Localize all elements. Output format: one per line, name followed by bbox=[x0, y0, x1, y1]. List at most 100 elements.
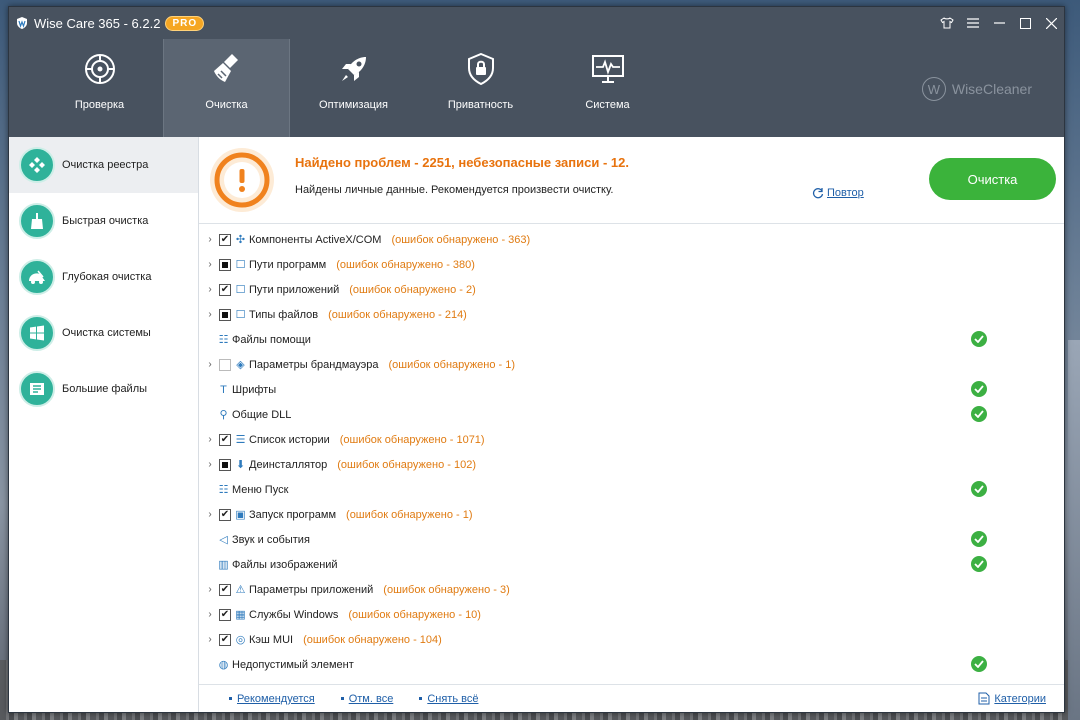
sidebar-item-big-files[interactable]: Большие файлы bbox=[9, 361, 198, 417]
row-checkbox[interactable] bbox=[219, 308, 231, 321]
tab-cleaning-label: Очистка bbox=[205, 99, 248, 111]
error-count: (ошибок обнаружено - 1071) bbox=[339, 433, 485, 446]
sidebar-item-label: Большие файлы bbox=[62, 383, 148, 395]
category-label: Кэш MUI bbox=[249, 633, 294, 646]
row-checkbox[interactable]: ✔ bbox=[219, 633, 231, 646]
row-checkbox[interactable]: ✔ bbox=[219, 233, 231, 246]
categories-label: Категории bbox=[994, 692, 1046, 705]
sidebar-item-registry-clean[interactable]: Очистка реестра bbox=[9, 137, 198, 193]
category-icon: ◁ bbox=[219, 534, 228, 546]
row-checkbox[interactable]: ✔ bbox=[219, 583, 231, 596]
expand-arrow-icon[interactable]: › bbox=[203, 309, 217, 320]
menu-icon[interactable] bbox=[960, 7, 986, 39]
expand-arrow-icon[interactable]: › bbox=[203, 259, 217, 270]
category-label: Список истории bbox=[249, 433, 330, 446]
big-files-icon bbox=[19, 371, 55, 407]
top-navigation: Проверка Очистка Оптимизация Приватность… bbox=[9, 39, 1064, 137]
recommended-label: Рекомендуется bbox=[237, 692, 315, 705]
category-row[interactable]: › ✔ ⚠ Параметры приложений (ошибок обнаружен… bbox=[199, 577, 1064, 602]
recommended-link[interactable]: Рекомендуется bbox=[229, 693, 315, 705]
rocket-icon bbox=[334, 49, 374, 89]
category-icon: ▥ bbox=[218, 559, 229, 571]
check-ok-icon bbox=[971, 656, 987, 672]
row-checkbox[interactable] bbox=[219, 358, 231, 371]
tab-cleaning[interactable]: Очистка bbox=[163, 39, 290, 137]
monitor-icon bbox=[588, 49, 628, 89]
pro-badge: PRO bbox=[165, 15, 205, 31]
deselect-all-label: Снять всё bbox=[427, 692, 479, 705]
category-row[interactable]: ◁ Звук и события bbox=[199, 527, 1064, 552]
deselect-all-link[interactable]: Снять всё bbox=[419, 693, 478, 705]
category-row[interactable]: › ✔ ◎ Кэш MUI (ошибок обнаружено - 104) bbox=[199, 627, 1064, 652]
category-label: Параметры приложений bbox=[249, 583, 374, 596]
category-row[interactable]: › ⬇ Деинсталлятор (ошибок обнаружено - 102) bbox=[199, 452, 1064, 477]
category-row[interactable]: › ✔ ☐ Пути приложений (ошибок обнаружено - 2… bbox=[199, 277, 1064, 302]
maximize-icon[interactable] bbox=[1012, 7, 1038, 39]
expand-arrow-icon[interactable]: › bbox=[203, 434, 217, 445]
category-row[interactable]: › ✔ ☰ Список истории (ошибок обнаружено - 10… bbox=[199, 427, 1064, 452]
row-checkbox[interactable]: ✔ bbox=[219, 508, 231, 521]
expand-arrow-icon[interactable]: › bbox=[203, 509, 217, 520]
tab-system[interactable]: Система bbox=[544, 39, 671, 137]
row-checkbox[interactable] bbox=[219, 458, 231, 471]
category-row[interactable]: › ☐ Пути программ (ошибок обнаружено - 380) bbox=[199, 252, 1064, 277]
sidebar: Очистка реестра Быстрая очистка Глубокая… bbox=[9, 137, 199, 712]
category-label: Общие DLL bbox=[232, 408, 292, 421]
category-icon: ⬇ bbox=[235, 459, 246, 471]
expand-arrow-icon[interactable]: › bbox=[203, 234, 217, 245]
expand-arrow-icon[interactable]: › bbox=[203, 359, 217, 370]
category-row[interactable]: ◍ Недопустимый элемент bbox=[199, 652, 1064, 677]
row-checkbox[interactable]: ✔ bbox=[219, 608, 231, 621]
minimize-icon[interactable] bbox=[986, 7, 1012, 39]
category-label: Недопустимый элемент bbox=[232, 658, 354, 671]
expand-arrow-icon[interactable]: › bbox=[203, 609, 217, 620]
category-label: Параметры брандмауэра bbox=[249, 358, 379, 371]
categories-link[interactable]: Категории bbox=[978, 692, 1046, 705]
category-row[interactable]: › ☐ Типы файлов (ошибок обнаружено - 214) bbox=[199, 302, 1064, 327]
row-checkbox[interactable]: ✔ bbox=[219, 283, 231, 296]
app-window: Wise Care 365 - 6.2.2 PRO Проверка Очист… bbox=[8, 6, 1065, 713]
category-label: Звук и события bbox=[232, 533, 310, 546]
category-label: Меню Пуск bbox=[232, 483, 289, 496]
error-count: (ошибок обнаружено - 380) bbox=[336, 258, 475, 271]
category-row[interactable]: › ✔ ▣ Запуск программ (ошибок обнаружено - 1… bbox=[199, 502, 1064, 527]
category-icon: ☐ bbox=[235, 259, 246, 271]
tab-optimization[interactable]: Оптимизация bbox=[290, 39, 417, 137]
sidebar-item-label: Глубокая очистка bbox=[62, 271, 152, 283]
category-row[interactable]: T Шрифты bbox=[199, 377, 1064, 402]
close-icon[interactable] bbox=[1038, 7, 1064, 39]
select-all-label: Отм. все bbox=[348, 692, 394, 705]
background-edge bbox=[1068, 340, 1080, 720]
sidebar-item-label: Очистка системы bbox=[62, 327, 151, 339]
sidebar-item-label: Очистка реестра bbox=[62, 159, 149, 171]
check-ok-icon bbox=[971, 556, 987, 572]
category-row[interactable]: › ◈ Параметры брандмауэра (ошибок обнаружен… bbox=[199, 352, 1064, 377]
row-checkbox[interactable]: ✔ bbox=[219, 433, 231, 446]
expand-arrow-icon[interactable]: › bbox=[203, 284, 217, 295]
error-count: (ошибок обнаружено - 1) bbox=[346, 508, 473, 521]
tab-privacy[interactable]: Приватность bbox=[417, 39, 544, 137]
expand-arrow-icon[interactable]: › bbox=[203, 584, 217, 595]
category-row[interactable]: ☷ Файлы помощи bbox=[199, 327, 1064, 352]
error-count: (ошибок обнаружено - 2) bbox=[349, 283, 476, 296]
expand-arrow-icon[interactable]: › bbox=[203, 634, 217, 645]
category-row[interactable]: › ✔ ▦ Службы Windows (ошибок обнаружено - 10… bbox=[199, 602, 1064, 627]
select-all-link[interactable]: Отм. все bbox=[340, 692, 394, 705]
category-row[interactable]: › ✔ ✣ Компоненты ActiveX/COM (ошибок обнаруж… bbox=[199, 227, 1064, 252]
sidebar-item-system-clean[interactable]: Очистка системы bbox=[9, 305, 198, 361]
app-shield-icon bbox=[17, 17, 27, 29]
title-bar[interactable]: Wise Care 365 - 6.2.2 PRO bbox=[9, 7, 1064, 39]
skin-icon[interactable] bbox=[934, 7, 960, 39]
category-row[interactable]: ⚲ Общие DLL bbox=[199, 402, 1064, 427]
sidebar-item-deep-clean[interactable]: Глубокая очистка bbox=[9, 249, 198, 305]
error-count: (ошибок обнаружено - 1) bbox=[388, 358, 516, 371]
row-checkbox[interactable] bbox=[219, 258, 231, 271]
category-row[interactable]: ☷ Меню Пуск bbox=[199, 477, 1064, 502]
broom-icon bbox=[207, 49, 247, 89]
expand-arrow-icon[interactable]: › bbox=[203, 459, 217, 470]
tab-check[interactable]: Проверка bbox=[36, 39, 163, 137]
sidebar-item-quick-clean[interactable]: Быстрая очистка bbox=[9, 193, 198, 249]
clean-button[interactable]: Очистка bbox=[929, 158, 1056, 200]
category-row[interactable]: ▥ Файлы изображений bbox=[199, 552, 1064, 577]
retry-link[interactable]: Повтор bbox=[812, 187, 864, 199]
